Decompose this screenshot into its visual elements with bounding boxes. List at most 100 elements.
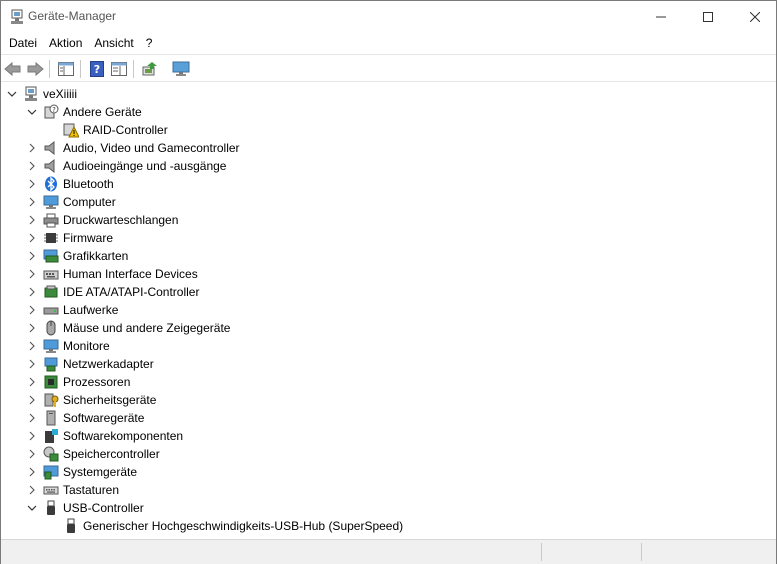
chevron-right-icon[interactable] — [25, 319, 39, 337]
chevron-right-icon[interactable] — [25, 355, 39, 373]
tree-item-softwarekomponenten[interactable]: Softwarekomponenten — [1, 427, 761, 445]
tree-item-prozessoren[interactable]: Prozessoren — [1, 373, 761, 391]
maximize-icon — [703, 11, 713, 22]
window-title: Geräte-Manager — [28, 9, 117, 23]
chevron-right-icon[interactable] — [25, 265, 39, 283]
tree-item-label: Bluetooth — [63, 177, 114, 191]
tree-item-druckwarteschlangen[interactable]: Druckwarteschlangen — [1, 211, 761, 229]
console-tree-icon — [58, 62, 74, 76]
tree-item-generischer-hochgeschwindigkeits-usb-hub-superspeed[interactable]: Generischer Hochgeschwindigkeits-USB-Hub… — [1, 517, 761, 535]
show-hide-console-button[interactable] — [56, 59, 76, 79]
tree-item-netzwerkadapter[interactable]: Netzwerkadapter — [1, 355, 761, 373]
chevron-right-icon[interactable] — [25, 283, 39, 301]
tree-item-label: Monitore — [63, 339, 110, 353]
update-driver-button[interactable] — [140, 59, 160, 79]
chevron-down-icon[interactable] — [25, 103, 39, 121]
close-button[interactable] — [732, 1, 777, 32]
keyboard-icon — [43, 482, 59, 498]
hid-icon — [43, 266, 59, 282]
device-manager-icon — [9, 9, 25, 25]
tree-item-monitore[interactable]: Monitore — [1, 337, 761, 355]
tree-item-label: Audio, Video und Gamecontroller — [63, 141, 240, 155]
chevron-right-icon[interactable] — [25, 229, 39, 247]
chevron-right-icon[interactable] — [25, 409, 39, 427]
tree-item-label: USB-Controller — [63, 501, 144, 515]
chevron-right-icon[interactable] — [25, 373, 39, 391]
tree-item-human-interface-devices[interactable]: Human Interface Devices — [1, 265, 761, 283]
tree-item-label: Speichercontroller — [63, 447, 160, 461]
tree-item-label: Mäuse und andere Zeigegeräte — [63, 321, 231, 335]
ide-icon — [43, 284, 59, 300]
toolbar: ? — [1, 54, 776, 82]
tree-item-label: Laufwerke — [63, 303, 119, 317]
chevron-right-icon[interactable] — [25, 175, 39, 193]
tree-item-label: Computer — [63, 195, 116, 209]
tree-item-label: Generischer Hochgeschwindigkeits-USB-Hub… — [83, 519, 404, 533]
tree-item-speichercontroller[interactable]: Speichercontroller — [1, 445, 761, 463]
tree-item-firmware[interactable]: Firmware — [1, 229, 761, 247]
menu-aktion[interactable]: Aktion — [44, 34, 87, 52]
tree-item-audio-video-und-gamecontroller[interactable]: Audio, Video und Gamecontroller — [1, 139, 761, 157]
tree-item-label: Grafikkarten — [63, 249, 129, 263]
security-icon — [43, 392, 59, 408]
tree-item-audioeingänge-und-ausgänge[interactable]: Audioeingänge und -ausgänge — [1, 157, 761, 175]
tree-item-softwaregeräte[interactable]: Softwaregeräte — [1, 409, 761, 427]
menu-ansicht[interactable]: Ansicht — [89, 34, 138, 52]
tree-item-raid-controller[interactable]: RAID-Controller — [1, 121, 761, 139]
tree-item-ide-ata-atapi-controller[interactable]: IDE ATA/ATAPI-Controller — [1, 283, 761, 301]
menu-datei[interactable]: Datei — [4, 34, 42, 52]
tree-item-label: veXiiiii — [43, 87, 78, 101]
close-icon — [750, 11, 760, 22]
printer-icon — [43, 212, 59, 228]
menu-help[interactable]: ? — [141, 34, 158, 52]
tree-item-label: Druckwarteschlangen — [63, 213, 179, 227]
storage-icon — [43, 446, 59, 462]
chevron-right-icon[interactable] — [25, 337, 39, 355]
tree-item-label: Andere Geräte — [63, 105, 142, 119]
tree-item-grafikkarten[interactable]: Grafikkarten — [1, 247, 761, 265]
speaker-icon — [43, 140, 59, 156]
properties-icon — [111, 62, 127, 76]
maximize-button[interactable] — [685, 1, 731, 32]
monitor-scan-icon — [172, 61, 190, 76]
warning-device-icon — [63, 122, 80, 138]
chevron-right-icon[interactable] — [25, 391, 39, 409]
svg-text:?: ? — [94, 63, 100, 76]
chevron-right-icon[interactable] — [25, 301, 39, 319]
tree-item-label: Human Interface Devices — [63, 267, 198, 281]
tree-item-label: RAID-Controller — [83, 123, 168, 137]
back-button[interactable] — [3, 59, 23, 79]
help-button[interactable]: ? — [87, 59, 107, 79]
chevron-right-icon[interactable] — [25, 481, 39, 499]
tree-item-systemgeräte[interactable]: Systemgeräte — [1, 463, 761, 481]
chevron-right-icon[interactable] — [25, 139, 39, 157]
chevron-right-icon[interactable] — [25, 211, 39, 229]
tree-item-usb-controller[interactable]: USB-Controller — [1, 499, 761, 517]
tree-item-sicherheitsgeräte[interactable]: Sicherheitsgeräte — [1, 391, 761, 409]
tree-item-vexiiiii[interactable]: veXiiiii — [1, 85, 761, 103]
scan-hardware-button[interactable] — [171, 59, 191, 79]
chevron-right-icon[interactable] — [25, 427, 39, 445]
chevron-right-icon[interactable] — [25, 157, 39, 175]
tree-item-mäuse-und-andere-zeigegeräte[interactable]: Mäuse und andere Zeigegeräte — [1, 319, 761, 337]
bluetooth-icon — [43, 176, 59, 192]
tree-item-tastaturen[interactable]: Tastaturen — [1, 481, 761, 499]
other-devices-icon: ? — [43, 104, 59, 120]
tree-item-computer[interactable]: Computer — [1, 193, 761, 211]
tree-item-label: Audioeingänge und -ausgänge — [63, 159, 227, 173]
chevron-right-icon[interactable] — [25, 463, 39, 481]
chevron-right-icon[interactable] — [25, 445, 39, 463]
chevron-down-icon[interactable] — [5, 85, 19, 103]
tree-item-andere-geräte[interactable]: ? Andere Geräte — [1, 103, 761, 121]
software-component-icon — [43, 428, 59, 444]
forward-button[interactable] — [25, 59, 45, 79]
chevron-down-icon[interactable] — [25, 499, 39, 517]
tree-item-laufwerke[interactable]: Laufwerke — [1, 301, 761, 319]
speaker-icon — [43, 158, 59, 174]
minimize-button[interactable] — [638, 1, 684, 32]
properties-button[interactable] — [109, 59, 129, 79]
chevron-right-icon[interactable] — [25, 247, 39, 265]
chevron-right-icon[interactable] — [25, 193, 39, 211]
arrow-left-icon — [4, 61, 21, 77]
tree-item-bluetooth[interactable]: Bluetooth — [1, 175, 761, 193]
